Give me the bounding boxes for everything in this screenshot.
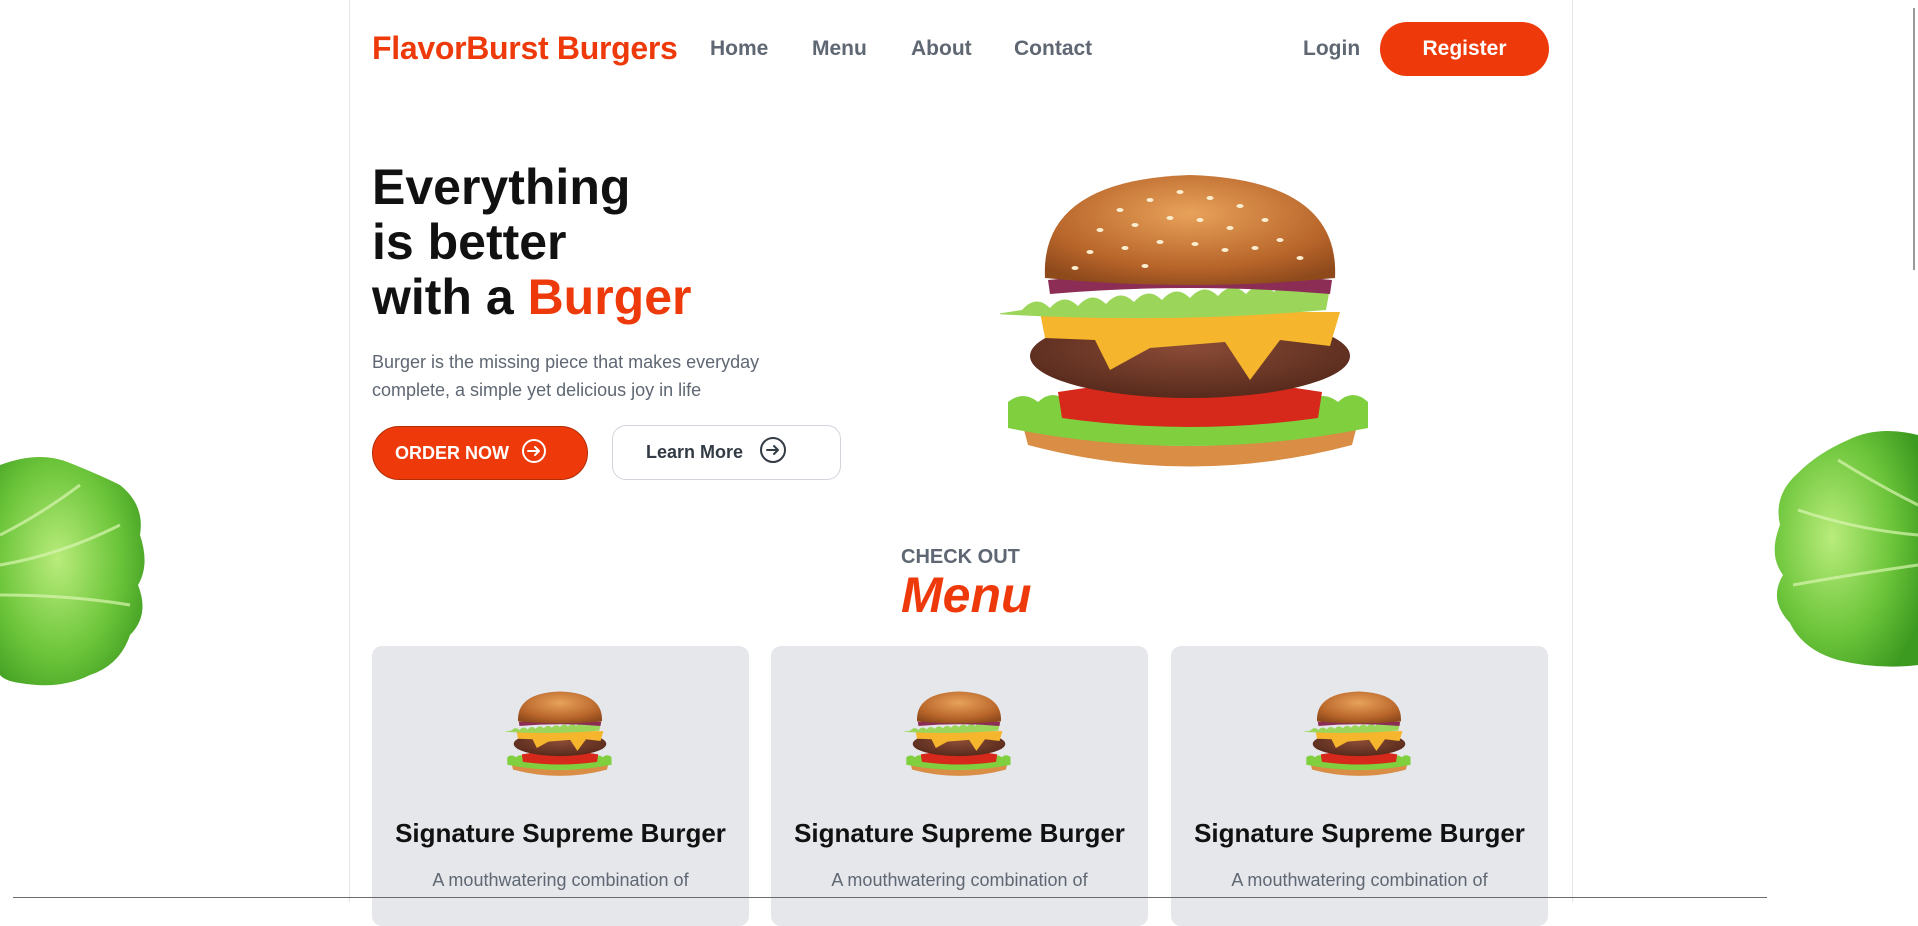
order-now-button[interactable]: ORDER NOW [372, 426, 588, 480]
hero-title-accent: Burger [527, 269, 692, 325]
hero-title-line3: with a [372, 269, 528, 325]
menu-card[interactable]: Signature Supreme Burger A mouthwatering… [1171, 646, 1548, 926]
card-description: A mouthwatering combination of [831, 870, 1088, 890]
nav-menu[interactable]: Menu [812, 37, 867, 61]
vertical-scrollbar[interactable] [1913, 8, 1915, 270]
card-title: Signature Supreme Burger [395, 818, 726, 848]
card-title: Signature Supreme Burger [1194, 818, 1525, 848]
menu-card[interactable]: Signature Supreme Burger A mouthwatering… [771, 646, 1148, 926]
nav-about[interactable]: About [911, 37, 972, 61]
hero-burger-image [996, 170, 1380, 475]
hero-title: Everything is better with a Burger [372, 160, 692, 325]
card-description: A mouthwatering combination of [432, 870, 689, 890]
card-title: Signature Supreme Burger [794, 818, 1125, 848]
burger-thumbnail [902, 690, 1014, 782]
arrow-circle-icon [521, 438, 547, 469]
page-container: FlavorBurst Burgers Home Menu About Cont… [349, 0, 1573, 926]
burger-thumbnail [503, 690, 615, 782]
nav-contact[interactable]: Contact [1014, 37, 1092, 61]
card-description: A mouthwatering combination of [1231, 870, 1488, 890]
hero-title-line2: is better [372, 214, 567, 270]
section-title: Menu [901, 567, 1032, 623]
burger-thumbnail [1302, 690, 1414, 782]
horizontal-scrollbar[interactable] [13, 897, 1767, 898]
order-now-label: ORDER NOW [395, 442, 509, 463]
learn-more-button[interactable]: Learn More [612, 425, 841, 480]
arrow-circle-icon [759, 436, 787, 469]
hero-title-line1: Everything [372, 159, 631, 215]
menu-card[interactable]: Signature Supreme Burger A mouthwatering… [372, 646, 749, 926]
brand-logo[interactable]: FlavorBurst Burgers [372, 30, 678, 67]
lettuce-left-decoration [0, 445, 150, 695]
lettuce-right-decoration [1768, 425, 1918, 675]
login-link[interactable]: Login [1303, 37, 1360, 61]
nav-home[interactable]: Home [710, 37, 768, 61]
hero-description: Burger is the missing piece that makes e… [372, 352, 760, 400]
learn-more-label: Learn More [646, 442, 744, 462]
register-button[interactable]: Register [1380, 22, 1549, 76]
